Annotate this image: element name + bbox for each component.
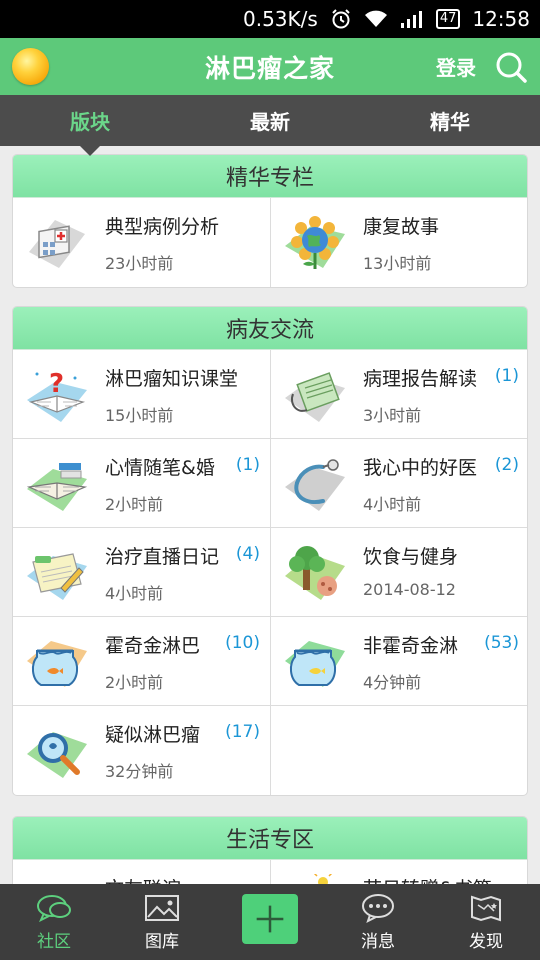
board-time: 15小时前 — [105, 406, 174, 425]
bulb-icon — [283, 870, 347, 884]
board-name: 康复故事 — [363, 216, 440, 238]
nav-label: 社区 — [37, 931, 71, 952]
section-featured-columns: 精华专栏 典型病例分析 23小时前 康复故事 13小时前 — [12, 154, 528, 288]
section-title: 生活专区 — [13, 817, 527, 860]
question-book-icon: ? — [25, 364, 89, 424]
board-item[interactable]: 我心中的好医 4小时前 (2) — [271, 439, 527, 528]
open-book-icon — [25, 453, 89, 513]
board-item[interactable]: 疑似淋巴瘤 32分钟前 (17) — [13, 706, 271, 795]
board-time: 2014-08-12 — [363, 580, 456, 599]
stethoscope-icon — [283, 453, 347, 513]
fishbowl-icon — [25, 631, 89, 691]
board-time: 32分钟前 — [105, 762, 174, 781]
battery-level: 47 — [435, 9, 461, 29]
board-count: (17) — [225, 722, 260, 742]
board-item[interactable]: 康复故事 13小时前 — [271, 198, 527, 287]
board-item[interactable]: 病理报告解读 3小时前 (1) — [271, 350, 527, 439]
section-title: 病友交流 — [13, 307, 527, 350]
signal-icon — [400, 9, 424, 29]
board-item[interactable]: 节日转赠&书签 — [271, 860, 527, 884]
board-name: 心情随笔&婚 — [105, 457, 215, 479]
clock: 12:58 — [472, 7, 530, 31]
earth-flower-icon — [283, 212, 347, 272]
board-name: 文友联谊 — [105, 874, 181, 884]
board-name: 饮食与健身 — [363, 546, 459, 568]
message-icon — [362, 893, 394, 923]
board-count: (1) — [494, 366, 519, 386]
tab-bar: 版块 最新 精华 — [0, 95, 540, 146]
community-icon — [37, 894, 71, 922]
nav-messages[interactable]: 消息 — [324, 884, 432, 960]
board-name: 疑似淋巴瘤 — [105, 724, 201, 746]
board-time: 13小时前 — [363, 254, 432, 273]
search-icon[interactable] — [494, 50, 528, 84]
board-count: (4) — [235, 544, 260, 564]
app-screen: 0.53K/s 47 12:58 淋巴瘤之家 登录 版块 最新 精华 精华专栏 — [0, 0, 540, 960]
board-name: 病理报告解读 — [363, 368, 478, 390]
section-life-zone: 生活专区 文友联谊 节日转赠&书签 — [12, 816, 528, 884]
add-icon[interactable] — [242, 894, 298, 944]
board-item[interactable]: ? 淋巴瘤知识课堂 15小时前 — [13, 350, 271, 439]
people-icon — [25, 874, 89, 884]
board-time: 4小时前 — [363, 495, 422, 514]
board-item[interactable]: 治疗直播日记 4小时前 (4) — [13, 528, 271, 617]
board-time: 4分钟前 — [363, 673, 422, 692]
board-count: (10) — [225, 633, 260, 653]
tab-featured[interactable]: 精华 — [360, 95, 540, 146]
board-name: 我心中的好医 — [363, 457, 478, 479]
board-item-empty — [271, 706, 527, 795]
board-list[interactable]: 精华专栏 典型病例分析 23小时前 康复故事 13小时前 病友交流 ? 淋巴瘤知… — [0, 146, 540, 884]
nav-label: 消息 — [361, 931, 395, 952]
bottom-nav: 社区 图库 消息 发现 — [0, 884, 540, 960]
board-name: 非霍奇金淋 — [363, 635, 459, 657]
board-name: 治疗直播日记 — [105, 546, 220, 568]
board-name: 霍奇金淋巴 — [105, 635, 201, 657]
report-icon — [283, 364, 347, 424]
magnifier-icon — [25, 720, 89, 780]
status-bar: 0.53K/s 47 12:58 — [0, 0, 540, 38]
login-button[interactable]: 登录 — [436, 52, 476, 81]
board-count: (1) — [235, 455, 260, 475]
section-patient-exchange: 病友交流 ? 淋巴瘤知识课堂 15小时前 病理报告解读 3小时前 (1) 心情随… — [12, 306, 528, 796]
app-header: 淋巴瘤之家 登录 — [0, 38, 540, 95]
board-item[interactable]: 文友联谊 — [13, 860, 271, 884]
active-tab-indicator — [80, 146, 100, 156]
board-item[interactable]: 典型病例分析 23小时前 — [13, 198, 271, 287]
board-count: (53) — [484, 633, 519, 653]
board-count: (2) — [494, 455, 519, 475]
board-item[interactable]: 饮食与健身 2014-08-12 — [271, 528, 527, 617]
board-time: 2小时前 — [105, 673, 164, 692]
nav-label: 图库 — [145, 931, 179, 952]
board-item[interactable]: 心情随笔&婚 2小时前 (1) — [13, 439, 271, 528]
nav-discover[interactable]: 发现 — [432, 884, 540, 960]
tree-icon — [283, 542, 347, 602]
tab-boards[interactable]: 版块 — [0, 95, 180, 146]
network-speed: 0.53K/s — [243, 7, 318, 31]
fishbowl-icon — [283, 631, 347, 691]
nav-gallery[interactable]: 图库 — [108, 884, 216, 960]
diary-icon — [25, 542, 89, 602]
board-time: 4小时前 — [105, 584, 164, 603]
tab-latest[interactable]: 最新 — [180, 95, 360, 146]
board-name: 典型病例分析 — [105, 216, 220, 238]
nav-label: 发现 — [469, 931, 503, 952]
gallery-icon — [145, 894, 179, 921]
board-item[interactable]: 霍奇金淋巴 2小时前 (10) — [13, 617, 271, 706]
section-title: 精华专栏 — [13, 155, 527, 198]
nav-add[interactable] — [216, 884, 324, 960]
board-name: 节日转赠&书签 — [363, 874, 492, 884]
discover-icon — [471, 895, 501, 921]
nav-community[interactable]: 社区 — [0, 884, 108, 960]
board-time: 2小时前 — [105, 495, 164, 514]
board-time: 23小时前 — [105, 254, 174, 273]
wifi-icon — [364, 9, 388, 29]
board-time: 3小时前 — [363, 406, 422, 425]
hospital-icon — [25, 212, 89, 272]
board-item[interactable]: 非霍奇金淋 4分钟前 (53) — [271, 617, 527, 706]
board-name: 淋巴瘤知识课堂 — [105, 368, 239, 390]
svg-text:?: ? — [49, 369, 64, 399]
alarm-icon — [330, 8, 352, 30]
